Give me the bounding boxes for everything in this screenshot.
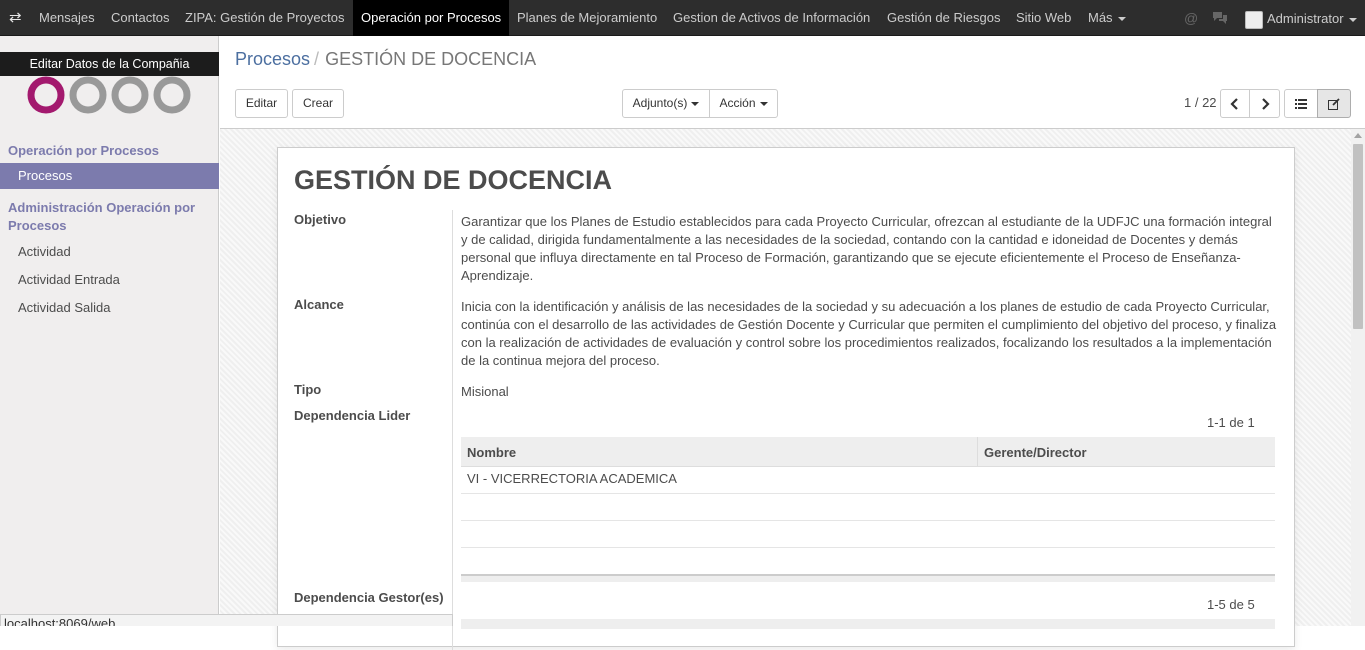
at-icon[interactable]: @: [1184, 10, 1198, 26]
attachments-dropdown[interactable]: Adjunto(s): [622, 89, 710, 118]
breadcrumb-separator: /: [314, 49, 320, 69]
field-separator: [452, 210, 453, 650]
attachments-label: Adjunto(s): [632, 96, 688, 110]
dependencia-lider-label: Dependencia Lider: [294, 408, 411, 423]
top-navbar: ⇄ Mensajes Contactos ZIPA: Gestión de Pr…: [0, 0, 1365, 36]
tipo-label: Tipo: [294, 382, 322, 397]
table-header: Nombre Gerente/Director: [461, 437, 1275, 467]
list-icon: [1295, 98, 1307, 109]
dependencia-lider-pager[interactable]: 1-1 de 1: [1207, 415, 1255, 431]
chevron-right-icon: [1261, 98, 1270, 110]
pager-value[interactable]: 1 / 22: [1184, 89, 1217, 118]
column-header-nombre[interactable]: Nombre: [461, 437, 977, 467]
column-header-gerente[interactable]: Gerente/Director: [977, 437, 1275, 467]
nav-planes-mejoramiento[interactable]: Planes de Mejoramiento: [509, 0, 665, 36]
scrollbar[interactable]: [1351, 129, 1365, 626]
list-view-button[interactable]: [1284, 89, 1318, 118]
action-label: Acción: [719, 96, 756, 110]
table-row[interactable]: VI - VICERRECTORIA ACADEMICA: [461, 467, 1275, 494]
sidebar: Editar Datos de la Compañia Operación po…: [0, 36, 219, 626]
sidebar-heading-administracion: Administración Operación por Procesos: [8, 200, 196, 233]
nav-gestion-riesgos[interactable]: Gestión de Riesgos: [879, 0, 1008, 36]
record-title: GESTIÓN DE DOCENCIA: [294, 165, 613, 195]
form-content-area: GESTIÓN DE DOCENCIA Objetivo Garantizar …: [220, 128, 1365, 650]
company-tooltip: Editar Datos de la Compañia: [0, 52, 219, 76]
breadcrumb-procesos-link[interactable]: Procesos: [235, 49, 310, 69]
form-sheet: GESTIÓN DE DOCENCIA Objetivo Garantizar …: [277, 147, 1295, 650]
nav-contactos[interactable]: Contactos: [103, 0, 178, 36]
edit-icon: [1328, 98, 1340, 110]
form-view-button[interactable]: [1317, 89, 1351, 118]
dependencia-gestor-table-header: [461, 619, 1275, 629]
user-name: Administrator: [1267, 11, 1344, 26]
tipo-value: Misional: [461, 384, 509, 399]
sidebar-item-actividad[interactable]: Actividad: [0, 239, 219, 265]
pager-previous-button[interactable]: [1220, 89, 1250, 118]
sidebar-item-actividad-salida[interactable]: Actividad Salida: [0, 295, 219, 321]
status-url: localhost:8069/web: [0, 614, 453, 626]
dependencia-gestor-label: Dependencia Gestor(es): [294, 590, 444, 605]
chevron-left-icon: [1230, 98, 1238, 110]
scroll-up-icon[interactable]: [1354, 133, 1362, 138]
caret-down-icon: [759, 101, 768, 106]
nav-sitio-web[interactable]: Sitio Web: [1008, 0, 1079, 36]
create-button[interactable]: Crear: [292, 89, 344, 118]
edit-button[interactable]: Editar: [235, 89, 288, 118]
nav-gestion-activos[interactable]: Gestion de Activos de Información: [665, 0, 878, 36]
sidebar-heading-operacion: Operación por Procesos: [8, 143, 159, 158]
company-logo[interactable]: [26, 76, 196, 114]
breadcrumb: Procesos / GESTIÓN DE DOCENCIA: [235, 47, 536, 71]
exchange-icon[interactable]: ⇄: [9, 10, 25, 26]
dependencia-gestor-pager[interactable]: 1-5 de 5: [1207, 597, 1255, 613]
objetivo-label: Objetivo: [294, 212, 347, 227]
nav-mas-label: Más: [1088, 10, 1113, 25]
table-row-empty: [461, 521, 1275, 548]
sidebar-item-actividad-entrada[interactable]: Actividad Entrada: [0, 267, 219, 293]
caret-down-icon: [691, 101, 700, 106]
objetivo-value: Garantizar que los Planes de Estudio est…: [461, 214, 1272, 283]
scrollbar-thumb[interactable]: [1353, 144, 1363, 329]
alcance-value: Inicia con la identificación y análisis …: [461, 299, 1277, 368]
sidebar-item-procesos[interactable]: Procesos: [0, 163, 219, 189]
user-menu[interactable]: Administrator: [1267, 0, 1357, 36]
nav-operacion-procesos[interactable]: Operación por Procesos: [353, 0, 510, 36]
table-row-empty: [461, 494, 1275, 521]
nav-mas-dropdown[interactable]: Más: [1080, 0, 1134, 36]
avatar[interactable]: [1245, 11, 1263, 29]
nav-mensajes[interactable]: Mensajes: [31, 0, 103, 36]
table-cell-nombre: VI - VICERRECTORIA ACADEMICA: [467, 471, 677, 486]
chat-icon[interactable]: [1212, 11, 1228, 24]
caret-down-icon: [1348, 17, 1357, 22]
table-footer: [461, 574, 1275, 582]
alcance-label: Alcance: [294, 297, 344, 312]
nav-zipa[interactable]: ZIPA: Gestión de Proyectos: [177, 0, 352, 36]
pager-next-button[interactable]: [1249, 89, 1280, 118]
caret-down-icon: [1117, 16, 1126, 21]
action-dropdown[interactable]: Acción: [709, 89, 778, 118]
breadcrumb-current: GESTIÓN DE DOCENCIA: [325, 49, 537, 69]
